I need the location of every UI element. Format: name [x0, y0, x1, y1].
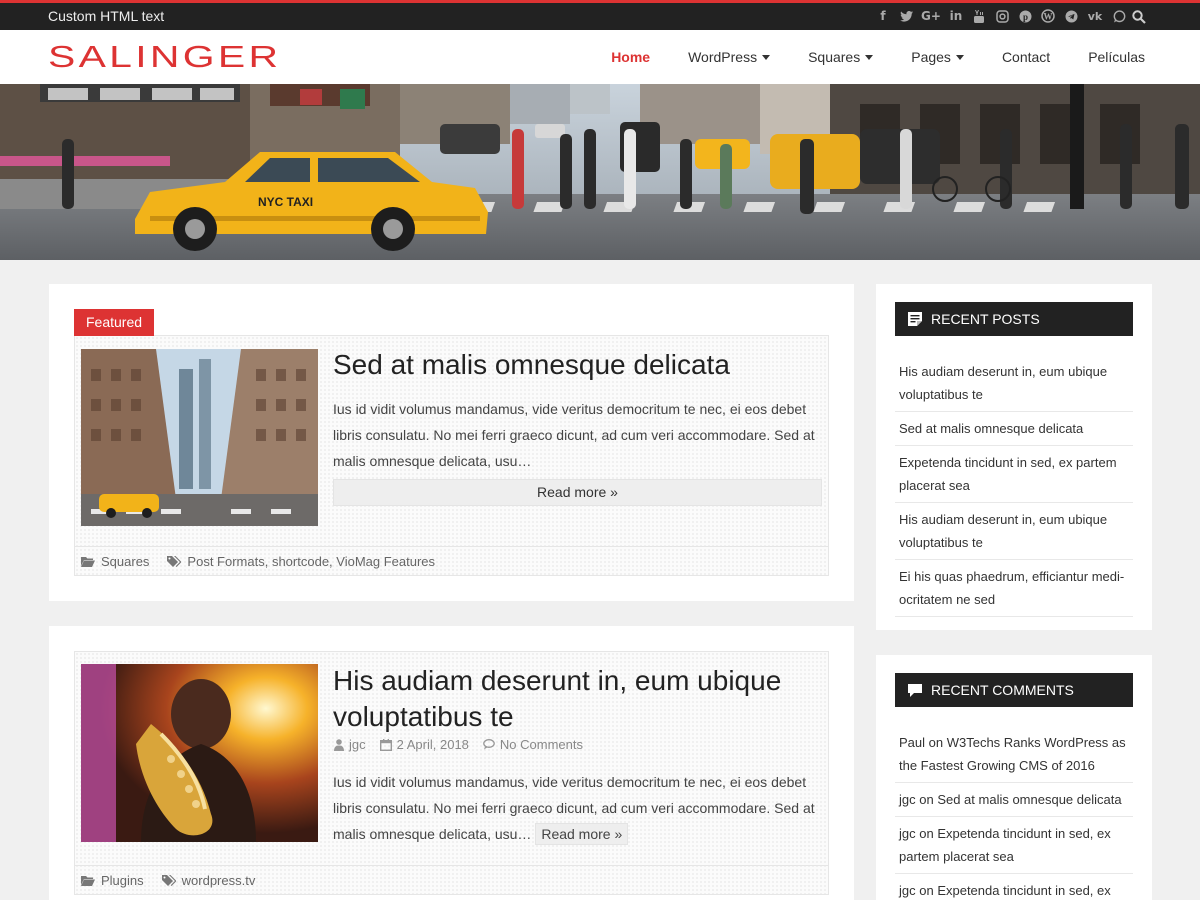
widget-title: RECENT POSTS	[895, 302, 1133, 336]
nav-item-pages[interactable]: Pages	[892, 49, 983, 65]
folder-icon	[81, 557, 95, 567]
user-icon	[334, 738, 344, 751]
site-header: SALINGER Home WordPress Squares Pages Co…	[0, 30, 1200, 84]
post-excerpt: Ius id vidit volumus mandamus, vide veri…	[333, 769, 819, 847]
list-item[interactable]: His audiam deserunt in, eum ubique volup…	[895, 355, 1133, 412]
list-item[interactable]: His audiam deserunt in, eum ubique volup…	[895, 503, 1133, 560]
post-excerpt: Ius id vidit volumus mandamus, vide veri…	[333, 401, 815, 469]
widget-title-text: RECENT POSTS	[931, 311, 1040, 327]
post-meta: jgc 2 April, 2018 No Comments	[334, 737, 583, 752]
list-item[interactable]: Sed at malis omnesque delicata	[895, 412, 1133, 446]
topbar-custom-text: Custom HTML text	[48, 8, 165, 24]
nav-label: Pages	[911, 49, 951, 65]
read-more-button[interactable]: Read more »	[535, 823, 629, 845]
tag-link[interactable]: VioMag Features	[336, 554, 435, 569]
post-footer: Squares Post Formats, shortcode, VioMag …	[75, 546, 828, 576]
linkedin-icon[interactable]: in	[949, 8, 963, 24]
comment-post-link[interactable]: Expetenda tincidunt in sed, ex	[937, 883, 1110, 898]
google-plus-icon[interactable]: G+	[921, 8, 941, 24]
social-links: f G+ in p W vk	[876, 8, 1126, 24]
post-thumbnail[interactable]	[81, 664, 318, 842]
nav-label: Home	[611, 49, 651, 65]
read-more-button[interactable]: Read more »	[333, 479, 822, 506]
tags-icon	[161, 874, 176, 886]
comment-author: jgc	[899, 883, 916, 898]
search-icon[interactable]	[1132, 10, 1146, 24]
tags-icon	[167, 555, 182, 567]
chevron-down-icon	[762, 54, 771, 60]
nav-label: Contact	[1001, 49, 1051, 65]
header-image: NYC TAXI	[0, 84, 1200, 260]
tag-link[interactable]: wordpress.tv	[182, 873, 256, 888]
whatsapp-icon[interactable]	[1112, 8, 1126, 24]
post-title[interactable]: Sed at malis omnesque delicata	[333, 347, 813, 383]
chevron-down-icon	[865, 54, 874, 60]
comment-author: Paul	[899, 735, 926, 750]
post-thumbnail[interactable]	[81, 349, 318, 526]
folder-icon	[81, 876, 95, 886]
nav-item-wordpress[interactable]: WordPress	[669, 49, 789, 65]
featured-badge: Featured	[74, 309, 155, 336]
facebook-icon[interactable]: f	[876, 8, 890, 24]
svg-text:NYC TAXI: NYC TAXI	[258, 195, 313, 209]
list-item: jgc on Expetenda tincidunt in sed, ex pa…	[895, 817, 1133, 874]
post-footer: Plugins wordpress.tv	[75, 865, 828, 895]
instagram-icon[interactable]	[995, 8, 1009, 24]
twitter-icon[interactable]	[899, 8, 913, 24]
list-item[interactable]: Expetenda tincidunt in sed, ex partem pl…	[895, 446, 1133, 503]
recent-comments-list: Paul on W3Techs Ranks WordPress as the F…	[895, 726, 1133, 900]
chevron-down-icon	[955, 54, 964, 60]
post-category-link[interactable]: Plugins	[101, 873, 144, 888]
nav-item-squares[interactable]: Squares	[789, 49, 892, 65]
nav-label: Squares	[808, 49, 861, 65]
widget-title: RECENT COMMENTS	[895, 673, 1133, 707]
comment-post-link[interactable]: Sed at malis omnesque delicata	[937, 792, 1121, 807]
list-item: jgc on Expetenda tincidunt in sed, ex	[895, 874, 1133, 900]
svg-text:W: W	[1044, 12, 1053, 22]
nav-item-peliculas[interactable]: Películas	[1069, 49, 1164, 65]
comment-on: on	[915, 826, 938, 841]
wordpress-icon[interactable]: W	[1041, 8, 1055, 24]
comment-icon	[483, 739, 495, 750]
comment-on: on	[915, 883, 938, 898]
svg-text:p: p	[1022, 12, 1027, 22]
comment-on: on	[915, 792, 938, 807]
post-comments-link[interactable]: No Comments	[500, 737, 583, 752]
recent-posts-list: His audiam deserunt in, eum ubique volup…	[895, 355, 1133, 617]
vk-icon[interactable]: vk	[1087, 8, 1103, 24]
post-date: 2 April, 2018	[396, 737, 469, 752]
list-item: Paul on W3Techs Ranks WordPress as the F…	[895, 726, 1133, 783]
list-item: jgc on Sed at malis omnesque delicata	[895, 783, 1133, 817]
nav-label: Películas	[1088, 49, 1145, 65]
tag-link[interactable]: Post Formats	[187, 554, 264, 569]
comment-icon	[908, 683, 922, 697]
list-item[interactable]: Ei his quas phaedrum, efficiantur medi-o…	[895, 560, 1133, 617]
top-bar: Custom HTML text f G+ in p W vk	[0, 0, 1200, 30]
tag-link[interactable]: shortcode	[272, 554, 329, 569]
calendar-icon	[379, 738, 392, 751]
post-category-link[interactable]: Squares	[101, 554, 149, 569]
document-icon	[908, 312, 922, 326]
post-author[interactable]: jgc	[349, 737, 366, 752]
youtube-icon[interactable]	[972, 8, 986, 24]
site-logo[interactable]: SALINGER	[48, 39, 281, 75]
comment-author: jgc	[899, 826, 916, 841]
nav-item-contact[interactable]: Contact	[983, 49, 1069, 65]
comment-on: on	[925, 735, 947, 750]
nav-label: WordPress	[688, 49, 758, 65]
nav-item-home[interactable]: Home	[592, 49, 669, 65]
telegram-icon[interactable]	[1064, 8, 1078, 24]
post-title[interactable]: His audiam deserunt in, eum ubique volup…	[333, 663, 813, 735]
main-nav: Home WordPress Squares Pages Contact Pel…	[592, 30, 1164, 84]
widget-title-text: RECENT COMMENTS	[931, 682, 1074, 698]
comment-author: jgc	[899, 792, 916, 807]
pinterest-icon[interactable]: p	[1018, 8, 1032, 24]
